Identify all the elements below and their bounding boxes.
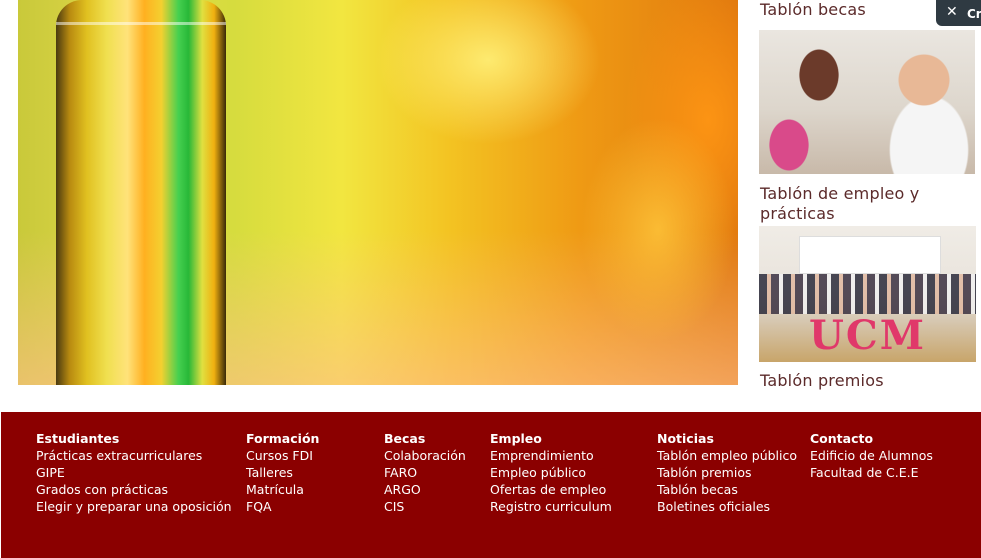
footer-heading[interactable]: Estudiantes xyxy=(36,430,232,447)
footer-col-empleo: Empleo Emprendimiento Empleo público Ofe… xyxy=(490,430,612,515)
footer-link[interactable]: Talleres xyxy=(246,464,319,481)
footer-col-contacto: Contacto Edificio de Alumnos Facultad de… xyxy=(810,430,933,481)
footer-link[interactable]: CIS xyxy=(384,498,466,515)
hero-image xyxy=(18,0,738,385)
premios-thumbnail[interactable]: UCM xyxy=(759,226,976,362)
tablon-becas-label[interactable]: Tablón becas xyxy=(760,0,866,20)
bokeh-glow xyxy=(478,0,738,385)
site-footer: Estudiantes Prácticas extracurriculares … xyxy=(1,412,981,558)
projection-screen xyxy=(799,236,941,274)
footer-heading[interactable]: Becas xyxy=(384,430,466,447)
footer-link[interactable]: Matrícula xyxy=(246,481,319,498)
footer-link[interactable]: Facultad de C.E.E xyxy=(810,464,933,481)
footer-link[interactable]: Emprendimiento xyxy=(490,447,612,464)
footer-col-noticias: Noticias Tablón empleo público Tablón pr… xyxy=(657,430,797,515)
footer-heading[interactable]: Noticias xyxy=(657,430,797,447)
footer-heading[interactable]: Formación xyxy=(246,430,319,447)
footer-link[interactable]: Elegir y preparar una oposición xyxy=(36,498,232,515)
footer-link[interactable]: Registro curriculum xyxy=(490,498,612,515)
x-logo-icon: ✕ xyxy=(946,4,958,20)
footer-heading[interactable]: Empleo xyxy=(490,430,612,447)
footer-heading[interactable]: Contacto xyxy=(810,430,933,447)
footer-link[interactable]: Tablón empleo público xyxy=(657,447,797,464)
footer-link[interactable]: GIPE xyxy=(36,464,232,481)
tablon-premios-label[interactable]: Tablón premios xyxy=(760,371,884,391)
bottle-graphic xyxy=(56,0,226,385)
footer-col-estudiantes: Estudiantes Prácticas extracurriculares … xyxy=(36,430,232,515)
footer-link[interactable]: Ofertas de empleo xyxy=(490,481,612,498)
group-photo xyxy=(759,274,976,314)
footer-col-becas: Becas Colaboración FARO ARGO CIS xyxy=(384,430,466,515)
footer-link[interactable]: FQA xyxy=(246,498,319,515)
footer-link[interactable]: Grados con prácticas xyxy=(36,481,232,498)
footer-link[interactable]: ARGO xyxy=(384,481,466,498)
footer-link[interactable]: Tablón becas xyxy=(657,481,797,498)
empleo-thumbnail[interactable] xyxy=(759,30,975,174)
badge-text: Cr xyxy=(967,7,981,21)
footer-link[interactable]: Boletines oficiales xyxy=(657,498,797,515)
footer-link[interactable]: Colaboración xyxy=(384,447,466,464)
footer-link[interactable]: Tablón premios xyxy=(657,464,797,481)
footer-link[interactable]: Prácticas extracurriculares xyxy=(36,447,232,464)
floating-badge[interactable]: ✕ Cr xyxy=(936,0,981,26)
footer-link[interactable]: FARO xyxy=(384,464,466,481)
ucm-sign: UCM xyxy=(809,312,926,359)
footer-link[interactable]: Edificio de Alumnos xyxy=(810,447,933,464)
footer-link[interactable]: Empleo público xyxy=(490,464,612,481)
footer-link[interactable]: Cursos FDI xyxy=(246,447,319,464)
footer-col-formacion: Formación Cursos FDI Talleres Matrícula … xyxy=(246,430,319,515)
tablon-empleo-label[interactable]: Tablón de empleo y prácticas xyxy=(760,184,960,224)
